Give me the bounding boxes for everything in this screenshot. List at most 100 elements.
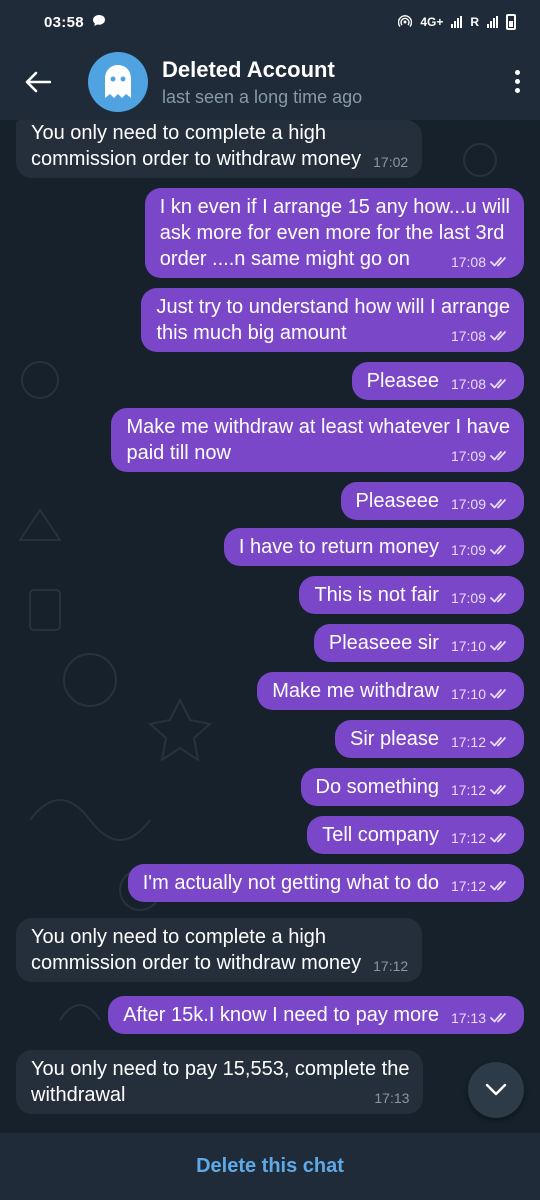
message-meta: 17:12 [451,878,510,894]
read-receipt-icon [490,254,510,270]
incoming-message[interactable]: You only need to pay 15,553, complete th… [16,1050,424,1114]
battery-icon [506,14,516,30]
message-time: 17:13 [374,1090,410,1106]
message-meta: 17:13 [451,1010,510,1026]
network-type: 4G+ [420,15,444,29]
hotspot-icon [398,14,413,31]
read-receipt-icon [490,734,510,750]
delete-chat-button[interactable]: Delete this chat [196,1155,344,1178]
chat-header: Deleted Account last seen a long time ag… [0,44,540,120]
read-receipt-icon [490,542,510,558]
message-meta: 17:09 [451,542,510,558]
incoming-message[interactable]: You only need to complete a high commiss… [16,120,423,178]
message-time: 17:12 [450,830,486,846]
message-time: 17:09 [450,448,486,464]
message-text: You only need to pay 15,553, complete th… [31,1058,410,1106]
message-time: 17:09 [450,496,486,512]
message-time: 17:12 [450,734,486,750]
message-time: 17:12 [450,782,486,798]
message-text: This is not fair [314,584,439,606]
message-time: 17:13 [450,1010,486,1026]
message-meta: 17:12 [373,958,408,974]
read-receipt-icon [490,878,510,894]
message-meta: 17:12 [451,830,510,846]
message-text: You only need to complete a high commiss… [31,122,362,170]
outgoing-message[interactable]: After 15k.I know I need to pay more 17:13 [108,996,524,1034]
message-text: Pleaseee sir [328,632,439,654]
message-text: I'm actually not getting what to do [142,872,439,894]
signal-icon [451,16,463,28]
message-meta: 17:08 [451,328,510,344]
message-text: You only need to complete a high commiss… [31,926,362,974]
message-text: After 15k.I know I need to pay more [123,1004,439,1026]
message-meta: 17:09 [451,590,510,606]
outgoing-message[interactable]: Pleaseee 17:09 [340,482,524,520]
message-text: Tell company [322,824,439,846]
outgoing-message[interactable]: I kn even if I arrange 15 any how...u wi… [144,188,524,278]
outgoing-message[interactable]: Just try to understand how will I arrang… [141,288,524,352]
message-time: 17:10 [450,686,486,702]
last-seen-status: last seen a long time ago [162,86,363,107]
outgoing-message[interactable]: Do something 17:12 [300,768,524,806]
message-time: 17:10 [450,638,486,654]
bottom-bar: Delete this chat [0,1132,540,1200]
message-time: 17:08 [450,376,486,392]
outgoing-message[interactable]: Pleaseee sir 17:10 [313,624,524,662]
message-text: Do something [315,776,439,798]
incoming-message[interactable]: You only need to complete a high commiss… [16,918,423,982]
message-meta: 17:02 [373,154,408,170]
outgoing-message[interactable]: I'm actually not getting what to do 17:12 [127,864,524,902]
read-receipt-icon [490,638,510,654]
outgoing-message[interactable]: I have to return money 17:09 [223,528,524,566]
message-time: 17:09 [450,590,486,606]
message-meta: 17:09 [451,448,510,464]
message-text: Make me withdraw [272,680,439,702]
message-time: 17:08 [450,328,486,344]
read-receipt-icon [490,1010,510,1026]
message-text: I have to return money [238,536,439,558]
message-text: Sir please [350,728,439,750]
status-icons: 4G+ R [398,14,516,31]
read-receipt-icon [490,830,510,846]
scroll-down-button[interactable] [468,1062,524,1118]
message-meta: 17:08 [451,376,510,392]
outgoing-message[interactable]: Sir please 17:12 [335,720,524,758]
message-text: Pleasee [366,370,439,392]
chevron-down-icon [485,1083,507,1096]
more-options-button[interactable] [515,70,520,93]
outgoing-message[interactable]: Make me withdraw 17:10 [257,672,524,710]
avatar[interactable] [88,52,148,112]
read-receipt-icon [490,328,510,344]
message-meta: 17:10 [451,686,510,702]
message-meta: 17:12 [451,782,510,798]
clock: 03:58 [44,13,84,31]
status-bar: 03:58 4G+ R [0,0,540,44]
read-receipt-icon [490,590,510,606]
read-receipt-icon [490,376,510,392]
message-meta: 17:12 [451,734,510,750]
message-time: 17:02 [373,154,409,170]
outgoing-message[interactable]: Tell company 17:12 [307,816,524,854]
arrow-left-icon [25,71,51,93]
read-receipt-icon [490,686,510,702]
message-meta: 17:10 [451,638,510,654]
back-button[interactable] [0,44,76,120]
outgoing-message[interactable]: Make me withdraw at least whatever I hav… [111,408,524,472]
message-time: 17:12 [373,958,409,974]
outgoing-message[interactable]: This is not fair 17:09 [299,576,524,614]
message-time: 17:12 [450,878,486,894]
message-list[interactable]: You only need to complete a high commiss… [0,120,540,1132]
message-meta: 17:13 [374,1090,409,1106]
read-receipt-icon [490,782,510,798]
outgoing-message[interactable]: Pleasee 17:08 [351,362,524,400]
ghost-icon [105,65,131,98]
chat-title: Deleted Account [162,56,335,82]
chat-notification-icon [92,14,106,30]
chat-title-block[interactable]: Deleted Account last seen a long time ag… [162,57,362,108]
signal-icon-2 [487,16,498,28]
read-receipt-icon [490,448,510,464]
message-time: 17:09 [450,542,486,558]
message-meta: 17:09 [451,496,510,512]
roaming-indicator: R [470,15,479,29]
read-receipt-icon [490,496,510,512]
